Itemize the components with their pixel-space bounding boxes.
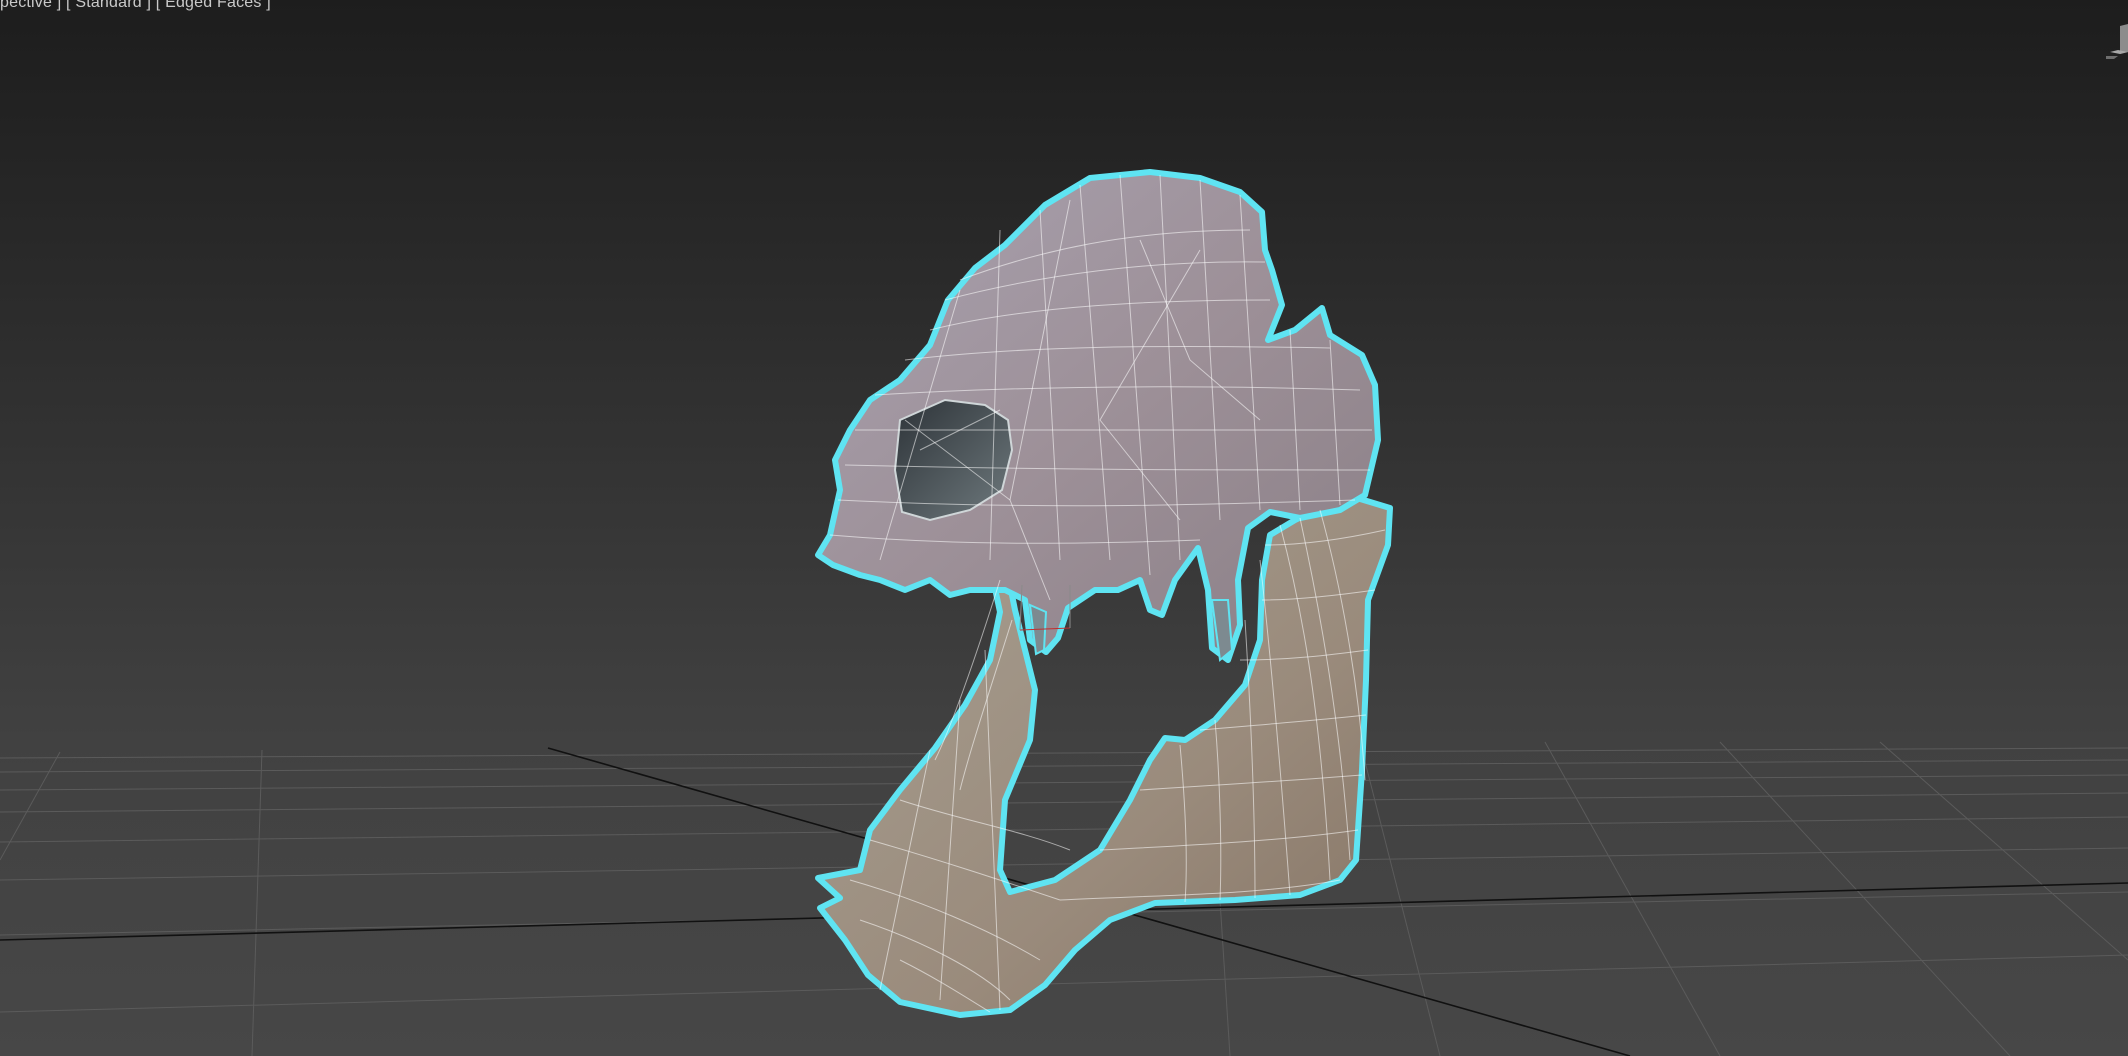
skull-mesh[interactable] <box>815 169 1393 1018</box>
viewport-perspective[interactable]: pective ] [ Standard ] [ Edged Faces ] <box>0 0 2128 1056</box>
viewport-label[interactable]: pective ] [ Standard ] [ Edged Faces ] <box>0 0 271 12</box>
viewcube-icon[interactable] <box>2106 22 2128 60</box>
viewport-canvas[interactable] <box>0 0 2128 1056</box>
